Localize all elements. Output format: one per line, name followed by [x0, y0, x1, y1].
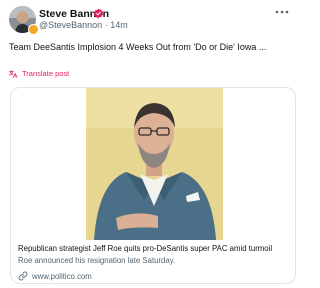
post-text: Team DeeSantis Implosion 4 Weeks Out fro… — [9, 42, 267, 52]
translate-label: Translate post — [22, 69, 70, 78]
meta-separator: · — [104, 20, 108, 30]
translate-icon — [9, 69, 18, 78]
translate-post-link[interactable]: Translate post — [9, 69, 69, 78]
author-meta: @SteveBannon · 14m — [39, 20, 128, 30]
article-photo — [86, 88, 223, 240]
card-domain: www.politico.com — [32, 271, 92, 281]
author-handle[interactable]: @SteveBannon — [39, 20, 102, 30]
post: Steve Bannon @SteveBannon · 14m Team Dee… — [0, 0, 300, 288]
link-icon — [18, 271, 28, 281]
link-preview-card[interactable]: Republican strategist Jeff Roe quits pro… — [10, 87, 296, 284]
verified-badge-icon — [93, 8, 104, 19]
card-domain-link[interactable]: www.politico.com — [18, 271, 92, 281]
author-avatar[interactable] — [9, 6, 39, 35]
avatar-status-badge — [28, 24, 39, 35]
more-options-icon[interactable] — [274, 6, 290, 18]
card-title: Republican strategist Jeff Roe quits pro… — [18, 244, 273, 253]
post-time[interactable]: 14m — [110, 20, 128, 30]
card-description: Roe announced his resignation late Satur… — [18, 256, 176, 265]
